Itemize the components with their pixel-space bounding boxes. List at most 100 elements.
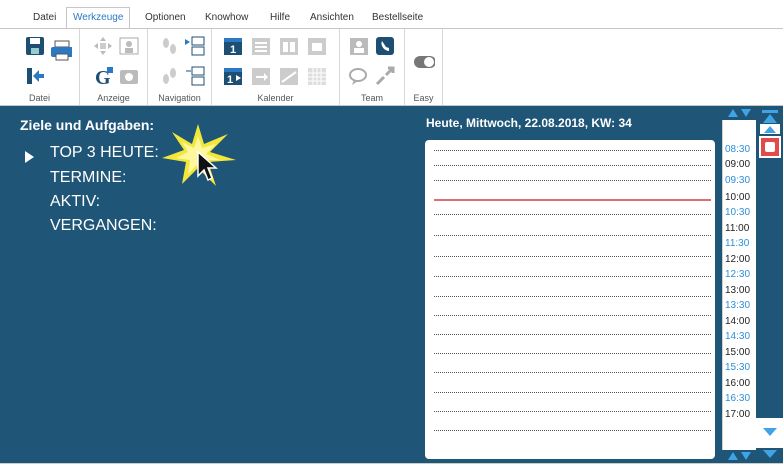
mouse-cursor-icon: [197, 150, 218, 182]
time-label: 08:30: [725, 144, 751, 155]
tab-werkzeuge[interactable]: Werkzeuge: [66, 7, 131, 29]
group-label-kalender: Kalender: [257, 93, 294, 103]
scroll-up-icon: [764, 126, 776, 133]
scroll-top-bar-icon: [762, 110, 778, 113]
day-calendar[interactable]: [425, 140, 715, 459]
svg-text:1: 1: [227, 74, 233, 86]
group-label-easy: Easy: [413, 93, 434, 103]
scroll-up-button[interactable]: [760, 124, 780, 134]
scroll-track-end: [756, 418, 783, 448]
time-label: 09:30: [725, 175, 751, 186]
ribbon-tabs: Datei Werkzeuge Optionen Knowhow Hilfe A…: [0, 0, 783, 29]
scroll-thumb-grip: [765, 142, 775, 152]
scroll-to-bottom-icon[interactable]: [763, 450, 777, 458]
nav-aktiv[interactable]: AKTIV:: [50, 193, 100, 211]
time-label: 13:30: [725, 300, 751, 311]
group-kalender: 1 1 Kalender: [212, 29, 340, 105]
scroll-down-arrow-icon[interactable]: [741, 109, 751, 117]
year-view-icon[interactable]: [306, 65, 328, 87]
time-label: 15:00: [725, 347, 751, 358]
nav-top3-heute[interactable]: TOP 3 HEUTE:: [50, 144, 159, 162]
time-label: 10:30: [725, 207, 751, 218]
vertical-scrollbar[interactable]: [756, 106, 783, 463]
month-view-icon[interactable]: [306, 35, 328, 57]
slot-line: [434, 411, 711, 412]
group-team: Team: [340, 29, 405, 105]
tab-optionen[interactable]: Optionen: [145, 12, 186, 23]
tab-bestellseite[interactable]: Bestellseite: [372, 12, 423, 23]
group-label-datei: Datei: [28, 93, 50, 103]
day-view-icon[interactable]: 1: [222, 35, 244, 57]
time-label: 14:30: [725, 331, 751, 342]
nav-vergangen[interactable]: VERGANGEN:: [50, 217, 157, 235]
expand-arrow-icon[interactable]: [25, 151, 34, 163]
slot-line: [434, 315, 711, 316]
time-label: 17:00: [725, 409, 751, 420]
calendar-grid-icon[interactable]: [278, 65, 300, 87]
slot-line: [434, 296, 711, 297]
time-label: 16:00: [725, 378, 751, 389]
svg-text:1: 1: [230, 44, 236, 56]
tab-datei[interactable]: Datei: [33, 12, 56, 23]
share-icon[interactable]: [374, 65, 396, 87]
footsteps-icon[interactable]: [158, 35, 180, 57]
nav-forward-icon[interactable]: [184, 35, 206, 57]
tab-knowhow[interactable]: Knowhow: [205, 12, 248, 23]
phone-icon[interactable]: [374, 35, 396, 57]
google-icon[interactable]: G: [92, 65, 114, 87]
camera-icon[interactable]: [118, 65, 140, 87]
slot-line: [434, 214, 711, 215]
scroll-down-icon[interactable]: [763, 428, 777, 436]
group-label-navigation: Navigation: [158, 93, 201, 103]
scroll-thumb[interactable]: [759, 136, 781, 158]
scroll-to-top-icon[interactable]: [763, 114, 777, 123]
week-view-icon[interactable]: [278, 35, 300, 57]
time-label: 11:30: [725, 238, 750, 249]
footsteps-back-icon[interactable]: [158, 65, 180, 87]
calendar-export-icon[interactable]: [250, 65, 272, 87]
move-icon[interactable]: [92, 35, 114, 57]
slot-line: [434, 353, 711, 354]
time-label: 15:30: [725, 362, 751, 373]
tab-ansichten[interactable]: Ansichten: [310, 12, 354, 23]
print-icon[interactable]: [50, 39, 72, 61]
contacts-icon[interactable]: [348, 35, 370, 57]
toggle-switch-icon[interactable]: [413, 51, 435, 73]
slot-line: [434, 392, 711, 393]
user-window-icon[interactable]: [118, 35, 140, 57]
group-navigation: Navigation: [148, 29, 212, 105]
ribbon: Datei G Anzeige Navigation 1 1 Kalender …: [0, 28, 783, 106]
group-label-team: Team: [360, 93, 383, 103]
scroll-down-arrow-icon[interactable]: [741, 452, 751, 460]
group-label-anzeige: Anzeige: [97, 93, 130, 103]
main-panel: Ziele und Aufgaben: TOP 3 HEUTE: TERMINE…: [0, 106, 722, 463]
next-day-icon[interactable]: 1: [222, 65, 244, 87]
slot-line: [434, 150, 711, 151]
slot-line: [434, 276, 711, 277]
group-easy: Easy: [405, 29, 443, 105]
exit-icon[interactable]: [24, 65, 46, 87]
panel-title: Ziele und Aufgaben:: [20, 117, 155, 133]
time-label: 11:00: [725, 223, 750, 234]
nav-termine[interactable]: TERMINE:: [50, 169, 126, 187]
time-column: 08:30 09:00 09:30 10:00 10:30 11:00 11:3…: [722, 120, 756, 450]
current-time-line: [434, 199, 711, 201]
time-scroll-bottom: [722, 450, 756, 463]
slot-line: [434, 180, 711, 181]
group-anzeige: G Anzeige: [80, 29, 148, 105]
nav-back-icon[interactable]: [184, 65, 206, 87]
slot-line: [434, 235, 711, 236]
chat-icon[interactable]: [348, 65, 370, 87]
time-label: 16:30: [725, 393, 751, 404]
app-window: Datei Werkzeuge Optionen Knowhow Hilfe A…: [0, 0, 783, 471]
scroll-up-arrow-icon[interactable]: [728, 109, 738, 117]
slot-line: [434, 256, 711, 257]
list-view-icon[interactable]: [250, 35, 272, 57]
time-label: 12:30: [725, 269, 751, 280]
tab-hilfe[interactable]: Hilfe: [270, 12, 290, 23]
slot-line: [434, 334, 711, 335]
save-icon[interactable]: [24, 35, 46, 57]
slot-line: [434, 372, 711, 373]
scroll-up-arrow-icon[interactable]: [728, 452, 738, 460]
time-label: 12:00: [725, 254, 751, 265]
